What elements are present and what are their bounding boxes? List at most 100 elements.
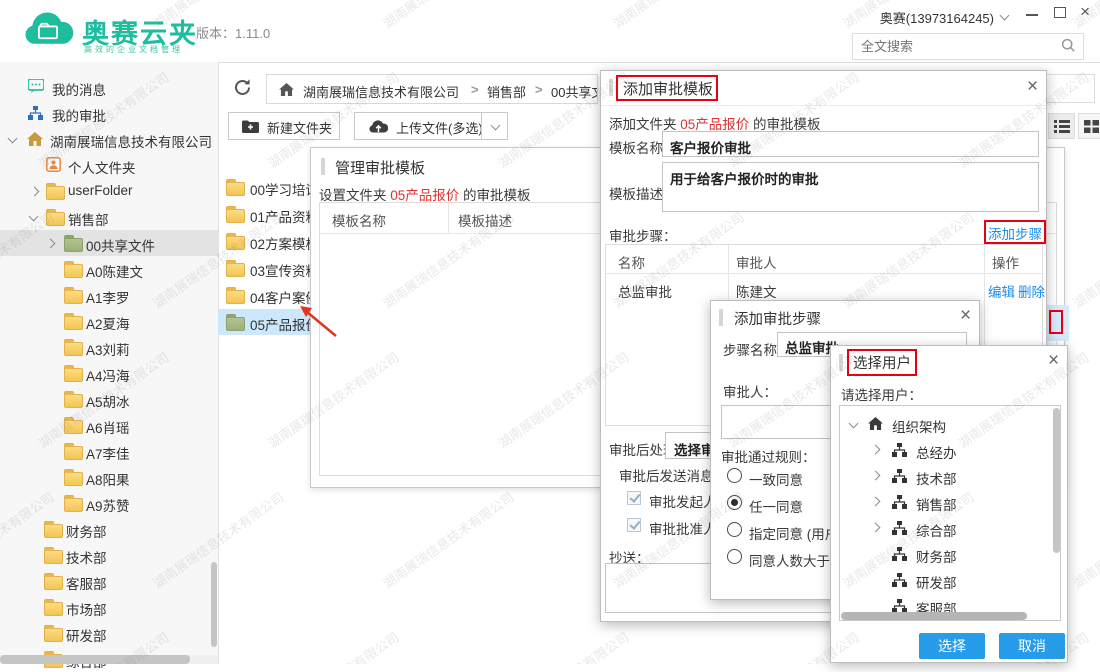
- list-view-button[interactable]: [1048, 113, 1075, 139]
- watermark-text: 湖南展瑞信息技术有限公司: [1069, 207, 1100, 312]
- sidebar-item-label: 我的审批: [52, 105, 106, 125]
- global-search-input[interactable]: [859, 36, 1053, 57]
- tree-item-sales-dept[interactable]: 销售部: [840, 490, 1060, 516]
- sidebar-item-shared-files[interactable]: 00共享文件: [0, 230, 218, 256]
- close-window-button[interactable]: ×: [1080, 2, 1090, 22]
- file-row-training[interactable]: 00学习培训: [218, 174, 314, 200]
- file-row-promo-materials[interactable]: 03宣传资料: [218, 255, 314, 281]
- sidebar-item-userfolder[interactable]: userFolder: [0, 178, 218, 204]
- sidebar-item-a3[interactable]: A3刘莉: [0, 334, 218, 360]
- tree-item-finance-dept[interactable]: 财务部: [840, 542, 1060, 568]
- upload-dropdown-button[interactable]: [481, 112, 508, 140]
- sidebar-item-tech-dept[interactable]: 技术部: [0, 542, 218, 568]
- message-icon: [28, 79, 44, 94]
- tree-item-tech-dept[interactable]: 技术部: [840, 464, 1060, 490]
- file-search-box[interactable]: [1041, 74, 1095, 103]
- global-search-box[interactable]: [852, 33, 1084, 60]
- refresh-icon[interactable]: [232, 77, 253, 98]
- tree-item-label: 销售部: [916, 494, 957, 514]
- file-row-product-docs[interactable]: 01产品资料: [218, 201, 314, 227]
- folder-icon: [44, 550, 63, 564]
- sidebar-item-service-dept[interactable]: 客服部: [0, 568, 218, 594]
- initiator-checkbox[interactable]: [627, 491, 641, 505]
- rule-radio-count[interactable]: [727, 549, 742, 564]
- sidebar-item-company-root[interactable]: 湖南展瑞信息技术有限公司: [0, 126, 218, 152]
- template-name-input[interactable]: 客户报价审批: [662, 131, 1039, 157]
- initiator-checkbox-label: 审批发起人: [649, 491, 717, 511]
- upload-button[interactable]: 上传文件(多选): [354, 112, 482, 140]
- rule-label-designated: 指定同意 (用户: [749, 523, 838, 543]
- sidebar-item-label: A5胡冰: [86, 391, 130, 411]
- rule-radio-unanimous[interactable]: [727, 468, 742, 483]
- collapsed-chevron-icon[interactable]: [871, 445, 881, 455]
- org-dept-icon: [892, 469, 907, 483]
- collapsed-chevron-icon[interactable]: [871, 471, 881, 481]
- sidebar-item-a4[interactable]: A4冯海: [0, 360, 218, 386]
- sidebar-item-label: A7李佳: [86, 443, 130, 463]
- notify-label: 审批后发送消息: [619, 465, 714, 485]
- search-icon[interactable]: [1061, 38, 1076, 53]
- template-name-value: 客户报价审批: [670, 137, 751, 157]
- new-folder-button[interactable]: 新建文件夹: [228, 112, 340, 140]
- account-menu[interactable]: 奥赛(13973164245): [880, 8, 994, 27]
- close-icon[interactable]: ×: [1027, 77, 1038, 96]
- sidebar-item-a2[interactable]: A2夏海: [0, 308, 218, 334]
- step-name-cell: 总监审批: [618, 281, 672, 301]
- sidebar-item-label: A2夏海: [86, 313, 130, 333]
- tree-item-org-root[interactable]: 组织架构: [840, 412, 1060, 438]
- breadcrumb-item-company[interactable]: 湖南展瑞信息技术有限公司: [303, 82, 459, 101]
- breadcrumb-home-icon[interactable]: [279, 83, 294, 96]
- sidebar-item-sales-dept[interactable]: 销售部: [0, 204, 218, 230]
- sidebar-vscroll-thumb[interactable]: [211, 562, 217, 647]
- sidebar-item-my-approvals[interactable]: 我的审批: [0, 100, 218, 126]
- close-icon[interactable]: ×: [960, 306, 971, 325]
- sidebar-item-market-dept[interactable]: 市场部: [0, 594, 218, 620]
- home-icon: [868, 417, 883, 430]
- breadcrumb-item-dept[interactable]: 销售部: [487, 82, 526, 101]
- sidebar-hscroll-thumb[interactable]: [0, 655, 190, 664]
- collapsed-chevron-icon[interactable]: [46, 239, 56, 249]
- tree-hscroll-thumb[interactable]: [841, 612, 1027, 620]
- file-row-solution-templates[interactable]: 02方案模板: [218, 228, 314, 254]
- tree-item-rd-dept[interactable]: 研发部: [840, 568, 1060, 594]
- sidebar-item-personal-folder[interactable]: 个人文件夹: [0, 152, 218, 178]
- tree-item-general-dept[interactable]: 综合部: [840, 516, 1060, 542]
- rule-radio-designated[interactable]: [727, 522, 742, 537]
- grid-view-button[interactable]: [1078, 113, 1100, 139]
- tree-item-gm-office[interactable]: 总经办: [840, 438, 1060, 464]
- expanded-chevron-icon[interactable]: [29, 212, 39, 222]
- rule-radio-any[interactable]: [727, 495, 742, 510]
- add-step-link[interactable]: 添加步骤: [988, 223, 1042, 243]
- template-desc-textarea[interactable]: 用于给客户报价时的审批: [662, 162, 1039, 212]
- tree-item-label: 总经办: [916, 442, 957, 462]
- account-chevron-icon[interactable]: [1000, 11, 1010, 21]
- delete-link[interactable]: 删除: [1018, 281, 1045, 301]
- minimize-button[interactable]: [1026, 14, 1038, 16]
- select-button[interactable]: 选择: [919, 633, 985, 659]
- sidebar-item-a9[interactable]: A9苏赞: [0, 490, 218, 516]
- edit-link[interactable]: 编辑: [988, 281, 1015, 301]
- maximize-button[interactable]: [1054, 7, 1066, 18]
- tree-vscroll-thumb[interactable]: [1053, 408, 1060, 553]
- sidebar-item-a0[interactable]: A0陈建文: [0, 256, 218, 282]
- collapsed-chevron-icon[interactable]: [871, 523, 881, 533]
- sidebar-item-finance-dept[interactable]: 财务部: [0, 516, 218, 542]
- approver-checkbox[interactable]: [627, 518, 641, 532]
- close-icon[interactable]: ×: [1048, 351, 1059, 370]
- sidebar-item-rd-dept[interactable]: 研发部: [0, 620, 218, 646]
- sidebar-item-a1[interactable]: A1李罗: [0, 282, 218, 308]
- watermark-text: 湖南展瑞信息技术有限公司: [264, 627, 403, 664]
- dialog-title: 选择用户: [853, 352, 911, 373]
- collapsed-chevron-icon[interactable]: [30, 187, 40, 197]
- expanded-chevron-icon[interactable]: [849, 419, 859, 429]
- sidebar-item-a7[interactable]: A7李佳: [0, 438, 218, 464]
- sidebar-item-my-messages[interactable]: 我的消息: [0, 74, 218, 100]
- collapsed-chevron-icon[interactable]: [871, 497, 881, 507]
- sidebar-item-a5[interactable]: A5胡冰: [0, 386, 218, 412]
- breadcrumb-item-folder[interactable]: 00共享文件: [551, 82, 598, 101]
- expanded-chevron-icon[interactable]: [8, 134, 18, 144]
- account-name: 奥赛(13973164245): [880, 11, 994, 26]
- cancel-button[interactable]: 取消: [999, 633, 1065, 659]
- sidebar-item-a6[interactable]: A6肖瑶: [0, 412, 218, 438]
- sidebar-item-a8[interactable]: A8阳果: [0, 464, 218, 490]
